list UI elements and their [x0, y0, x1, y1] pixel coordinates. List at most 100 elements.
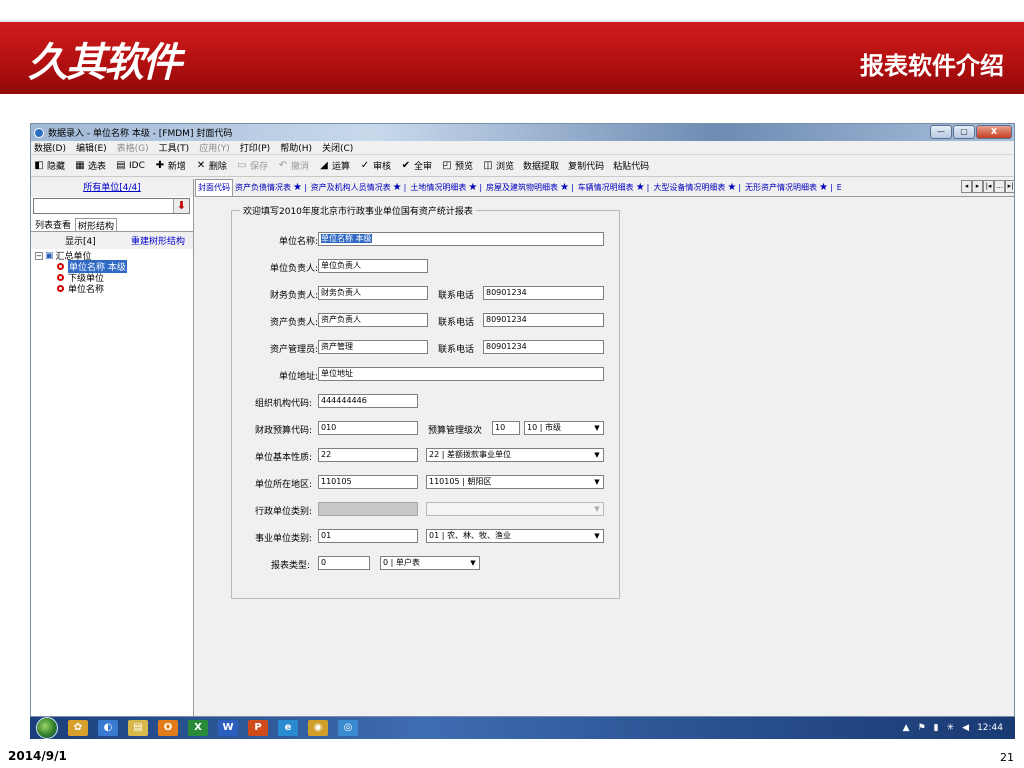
- tab-scroll-button[interactable]: |◂: [983, 180, 994, 193]
- aim-icon[interactable]: ✿: [68, 720, 88, 736]
- media-icon[interactable]: ◐: [98, 720, 118, 736]
- toolbar-button[interactable]: 数据提取: [523, 159, 559, 172]
- tab-separator: |: [479, 183, 483, 192]
- menu-item[interactable]: 帮助(H): [280, 141, 312, 154]
- menu-item[interactable]: 工具(T): [159, 141, 190, 154]
- menu-item[interactable]: 表格(G): [117, 141, 149, 154]
- report-type-code-field[interactable]: 0: [318, 556, 370, 570]
- report-tab[interactable]: 土地情况明细表 ★ |: [408, 182, 484, 193]
- arrow-down-icon[interactable]: ⬇: [173, 199, 189, 213]
- powerpoint-icon[interactable]: P: [248, 720, 268, 736]
- phone-field-1[interactable]: 80901234: [483, 286, 604, 300]
- unit-search-input[interactable]: ⬇: [33, 198, 190, 214]
- toolbar-button[interactable]: ↶ 撤消: [277, 159, 309, 173]
- report-tab[interactable]: 资产及机构人员情况表 ★ |: [309, 182, 409, 193]
- toolbar-button[interactable]: 粘贴代码: [613, 159, 649, 172]
- dropdown-arrow-icon[interactable]: ▼: [591, 422, 603, 434]
- tree-node[interactable]: 单位名称 本级: [35, 260, 189, 273]
- asset-manager-field[interactable]: 资产管理: [318, 340, 428, 354]
- tree-node[interactable]: 单位名称: [35, 283, 189, 295]
- phone-field-3[interactable]: 80901234: [483, 340, 604, 354]
- budget-code-field[interactable]: 010: [318, 421, 418, 435]
- menu-item[interactable]: 数据(D): [34, 141, 66, 154]
- address-field[interactable]: 单位地址: [318, 367, 604, 381]
- report-tab[interactable]: 资产负债情况表 ★ |: [233, 182, 309, 193]
- rebuild-tree-link[interactable]: 重建树形结构: [131, 234, 185, 247]
- close-button[interactable]: X: [976, 125, 1012, 139]
- region-code-field[interactable]: 110105: [318, 475, 418, 489]
- unit-nature-select[interactable]: 22 | 差额拨款事业单位 ▼: [426, 448, 604, 462]
- toolbar-button[interactable]: ▭ 保存: [236, 159, 268, 173]
- maximize-button[interactable]: ▢: [953, 125, 975, 139]
- excel-icon[interactable]: X: [188, 720, 208, 736]
- menu-item[interactable]: 关闭(C): [322, 141, 353, 154]
- data-entry-window: 数据录入 - 单位名称 本级 - [FMDM] 封面代码 — ▢ X 数据(D)…: [30, 123, 1015, 717]
- institution-category-code-field[interactable]: 01: [318, 529, 418, 543]
- clock[interactable]: 12:44: [977, 723, 1003, 733]
- report-tab[interactable]: 大型设备情况明细表 ★ |: [651, 182, 743, 193]
- pane-tab[interactable]: 列表查看: [33, 218, 73, 231]
- asset-head-field[interactable]: 资产负责人: [318, 313, 428, 327]
- menu-item[interactable]: 打印(P): [240, 141, 270, 154]
- collapse-icon[interactable]: −: [35, 251, 43, 260]
- dropdown-arrow-icon[interactable]: ▼: [591, 449, 603, 461]
- all-units-link[interactable]: 所有单位[4/4]: [31, 179, 193, 197]
- report-tab-label: 资产负债情况表: [235, 183, 291, 192]
- explorer-icon[interactable]: ▤: [128, 720, 148, 736]
- ie-icon[interactable]: e: [278, 720, 298, 736]
- toolbar-button[interactable]: ✔ 全审: [400, 159, 432, 173]
- finance-head-field[interactable]: 财务负责人: [318, 286, 428, 300]
- preview-icon: ◰: [442, 159, 452, 171]
- tab-scroll-button[interactable]: …: [994, 180, 1005, 193]
- dropdown-arrow-icon[interactable]: ▼: [591, 476, 603, 488]
- toolbar-button[interactable]: ▦ 选表: [74, 159, 106, 173]
- unit-nature-code-field[interactable]: 22: [318, 448, 418, 462]
- report-tab[interactable]: 房屋及建筑物明细表 ★ |: [484, 182, 576, 193]
- start-button[interactable]: [36, 717, 58, 739]
- slide-title: 报表软件介绍: [860, 52, 1004, 80]
- chrome-icon[interactable]: ◉: [308, 720, 328, 736]
- dropdown-arrow-icon[interactable]: ▼: [467, 557, 479, 569]
- toolbar-button[interactable]: ✕ 删除: [195, 159, 227, 173]
- budget-level-code-field[interactable]: 10: [492, 421, 520, 435]
- flag-icon[interactable]: ⚑: [918, 723, 926, 733]
- unit-name-field[interactable]: 单位名称 本级: [318, 232, 604, 246]
- phone-field-2[interactable]: 80901234: [483, 313, 604, 327]
- toolbar-button[interactable]: ✓ 审核: [359, 159, 391, 173]
- toolbar-button[interactable]: ◧ 隐藏: [33, 159, 65, 173]
- dropdown-arrow-icon[interactable]: ▼: [591, 530, 603, 542]
- tab-scroll-button[interactable]: ◂: [961, 180, 972, 193]
- org-code-field[interactable]: 444444446: [318, 394, 418, 408]
- pane-tab[interactable]: 树形结构: [75, 218, 118, 232]
- toolbar-button[interactable]: ◰ 预览: [441, 159, 473, 173]
- word-icon[interactable]: W: [218, 720, 238, 736]
- region-select[interactable]: 110105 | 朝阳区 ▼: [426, 475, 604, 489]
- tab-scroll-button[interactable]: ▸|: [1005, 180, 1014, 193]
- minimize-button[interactable]: —: [930, 125, 952, 139]
- institution-category-select[interactable]: 01 | 农、林、牧、渔业 ▼: [426, 529, 604, 543]
- tab-scroll-button[interactable]: ▸: [972, 180, 983, 193]
- tray-expand-icon[interactable]: ▲: [903, 723, 910, 733]
- toolbar-button[interactable]: ✚ 新增: [154, 159, 186, 173]
- report-tab[interactable]: 无形资产情况明细表 ★ |: [743, 182, 835, 193]
- toolbar-button[interactable]: ◫ 浏览: [482, 159, 514, 173]
- menu-item[interactable]: 编辑(E): [76, 141, 107, 154]
- volume-icon[interactable]: ◀: [962, 723, 969, 733]
- outlook-icon[interactable]: O: [158, 720, 178, 736]
- toolbar-button[interactable]: ◢ 运算: [318, 159, 350, 173]
- toolbar-button-label: 复制代码: [568, 162, 605, 172]
- report-tab[interactable]: 封面代码: [195, 179, 233, 196]
- tree-node[interactable]: 下级单位: [35, 272, 189, 284]
- network-icon[interactable]: ✳: [947, 723, 955, 733]
- report-tab[interactable]: E: [835, 183, 844, 192]
- app-icon[interactable]: ◎: [338, 720, 358, 736]
- toolbar-button[interactable]: ▤ IDC: [115, 160, 145, 172]
- report-tab[interactable]: 车辆情况明细表 ★ |: [576, 182, 652, 193]
- report-type-select[interactable]: 0 | 单户表 ▼: [380, 556, 480, 570]
- toolbar-button[interactable]: 复制代码: [568, 159, 604, 172]
- window-titlebar[interactable]: 数据录入 - 单位名称 本级 - [FMDM] 封面代码 — ▢ X: [31, 124, 1014, 141]
- menu-item[interactable]: 应用(Y): [199, 141, 230, 154]
- battery-icon[interactable]: ▮: [934, 723, 939, 733]
- unit-head-field[interactable]: 单位负责人: [318, 259, 428, 273]
- budget-level-select[interactable]: 10 | 市级 ▼: [524, 421, 604, 435]
